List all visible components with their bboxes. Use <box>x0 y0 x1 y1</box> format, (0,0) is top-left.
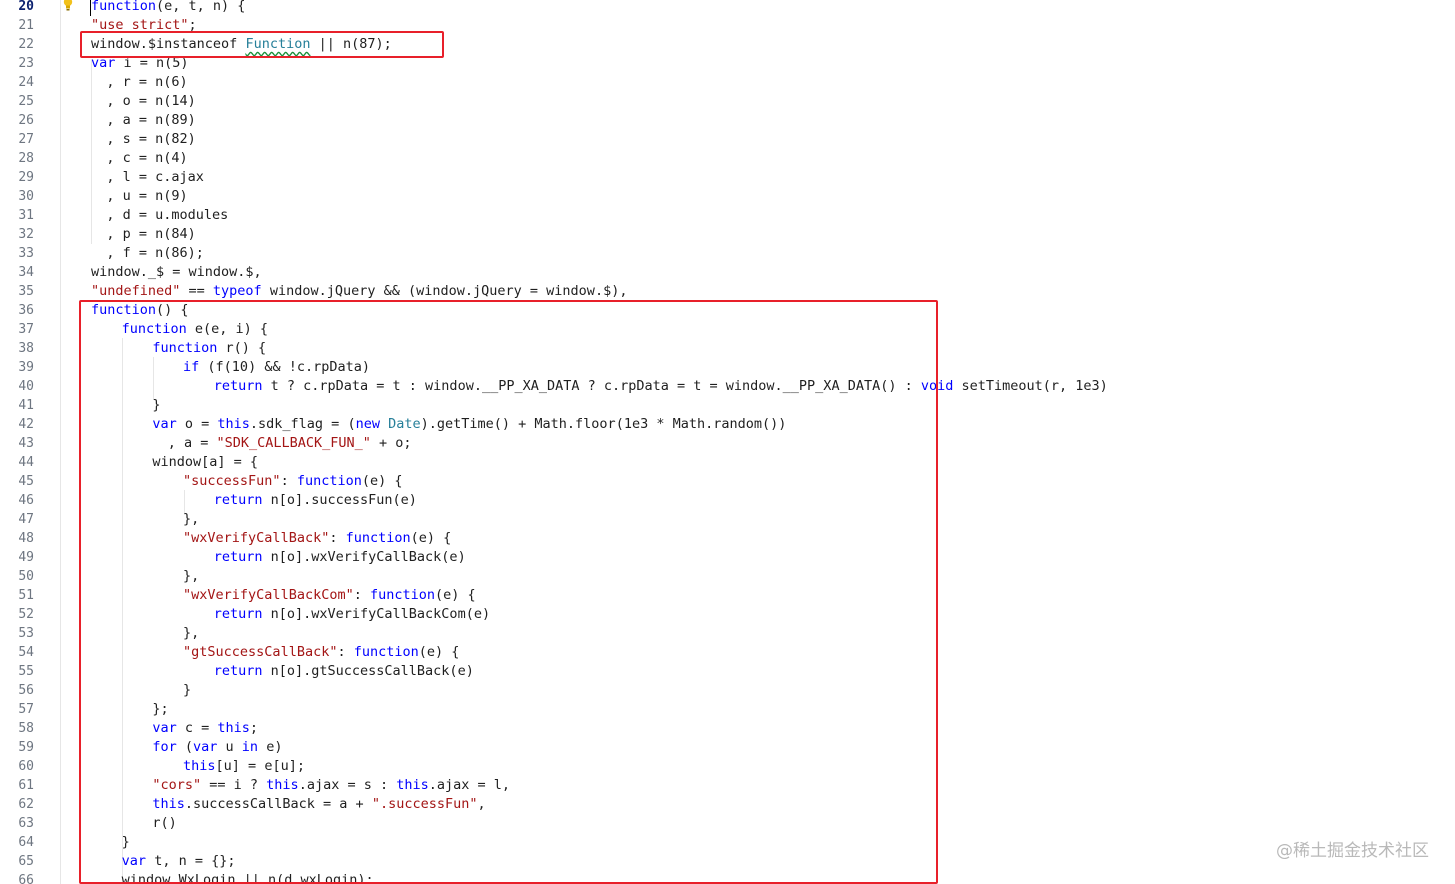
code-token: , d = u.modules <box>106 207 229 223</box>
line-number: 65 <box>18 854 34 869</box>
code-line[interactable]: , o = n(14) <box>106 92 195 111</box>
code-line[interactable]: function(e, t, n) { <box>91 0 245 16</box>
code-token: , u = n(9) <box>106 188 188 204</box>
line-number: 58 <box>18 721 34 736</box>
line-number: 48 <box>18 531 34 546</box>
line-number: 64 <box>18 835 34 850</box>
line-number: 50 <box>18 569 34 584</box>
indent-guide <box>91 60 92 244</box>
line-number: 25 <box>18 94 34 109</box>
line-number: 57 <box>18 702 34 717</box>
line-number: 34 <box>18 265 34 280</box>
line-number: 47 <box>18 512 34 527</box>
line-number: 32 <box>18 227 34 242</box>
lightbulb-icon[interactable] <box>62 0 74 11</box>
watermark: @稀土掘金技术社区 <box>1276 841 1429 861</box>
line-number: 33 <box>18 246 34 261</box>
line-number: 28 <box>18 151 34 166</box>
code-line[interactable]: , l = c.ajax <box>106 168 204 187</box>
code-token: setTimeout(r, 1e3) <box>953 378 1108 394</box>
line-number: 38 <box>18 341 34 356</box>
line-number: 66 <box>18 873 34 884</box>
line-number: 22 <box>18 37 34 52</box>
line-number: 52 <box>18 607 34 622</box>
code-line[interactable]: , c = n(4) <box>106 149 187 168</box>
line-number: 35 <box>18 284 34 299</box>
line-number: 24 <box>18 75 34 90</box>
line-number: 37 <box>18 322 34 337</box>
line-number: 59 <box>18 740 34 755</box>
code-line[interactable]: window._$ = window.$, <box>91 263 262 282</box>
code-token: , f = n(86); <box>106 245 204 261</box>
line-number: 49 <box>18 550 34 565</box>
line-number: 56 <box>18 683 34 698</box>
line-number: 42 <box>18 417 34 432</box>
line-number: 44 <box>18 455 34 470</box>
highlight-box-instanceof <box>80 31 444 58</box>
line-number: 54 <box>18 645 34 660</box>
line-number: 40 <box>18 379 34 394</box>
line-number: 46 <box>18 493 34 508</box>
line-number: 20 <box>18 0 34 14</box>
code-token: window.jQuery && (window.jQuery = window… <box>261 283 628 299</box>
code-line[interactable]: , d = u.modules <box>106 206 228 225</box>
line-number: 29 <box>18 170 34 185</box>
line-number: 53 <box>18 626 34 641</box>
code-line[interactable]: "undefined" == typeof window.jQuery && (… <box>91 282 627 301</box>
code-line[interactable]: , s = n(82) <box>106 130 195 149</box>
code-token: , a = n(89) <box>106 112 196 128</box>
line-number: 41 <box>18 398 34 413</box>
line-number: 21 <box>18 18 34 33</box>
line-number: 61 <box>18 778 34 793</box>
code-token: , c = n(4) <box>106 150 188 166</box>
line-number: 55 <box>18 664 34 679</box>
code-token: , o = n(14) <box>106 93 196 109</box>
code-token: window._$ = window.$, <box>91 264 262 280</box>
line-number: 45 <box>18 474 34 489</box>
code-token: "undefined" <box>91 283 181 299</box>
code-line[interactable]: , p = n(84) <box>106 225 195 244</box>
code-editor[interactable]: 20 21 22 23 24 25 26 27 28 29 30 31 32 33 34 35 36 37 38 39… <box>0 0 1455 884</box>
code-line[interactable]: , u = n(9) <box>106 187 187 206</box>
code-token: function <box>91 0 157 14</box>
line-number: 63 <box>18 816 34 831</box>
line-number: 60 <box>18 759 34 774</box>
line-number: 30 <box>18 189 34 204</box>
code-token: (e, t, n) { <box>156 0 246 14</box>
code-token: , p = n(84) <box>106 226 196 242</box>
code-line[interactable]: , a = n(89) <box>106 111 195 130</box>
code-token: typeof <box>212 283 262 299</box>
line-number: 36 <box>18 303 34 318</box>
line-number: 26 <box>18 113 34 128</box>
line-number-gutter: 20 21 22 23 24 25 26 27 28 29 30 31 32 33 34 35 36 37 38 39… <box>0 0 40 884</box>
highlight-box-function-block <box>79 300 938 884</box>
line-number: 43 <box>18 436 34 451</box>
indent-guide <box>60 0 61 884</box>
line-number: 62 <box>18 797 34 812</box>
line-number: 23 <box>18 56 34 71</box>
line-number: 39 <box>18 360 34 375</box>
line-number: 51 <box>18 588 34 603</box>
code-line[interactable]: , r = n(6) <box>106 73 187 92</box>
line-number: 27 <box>18 132 34 147</box>
code-line[interactable]: , f = n(86); <box>106 244 204 263</box>
code-token: , r = n(6) <box>106 74 188 90</box>
code-token: == <box>180 283 213 299</box>
code-token: , s = n(82) <box>106 131 196 147</box>
code-token: , l = c.ajax <box>106 169 204 185</box>
line-number: 31 <box>18 208 34 223</box>
